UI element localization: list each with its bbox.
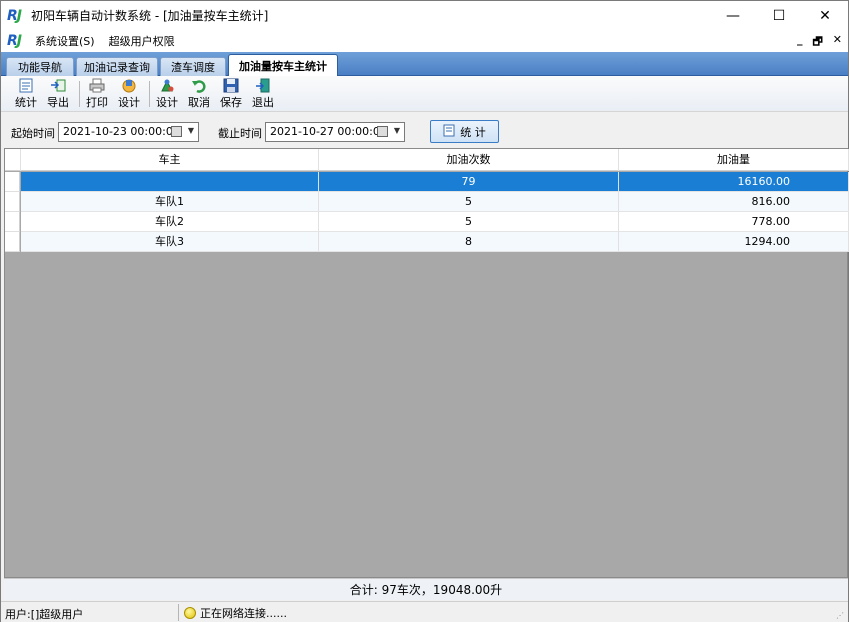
cell-count[interactable]: 5 [319, 212, 619, 232]
cell-amount[interactable]: 1294.00 [619, 232, 849, 252]
save-icon [223, 78, 239, 93]
toolbar: 统计 导出 打印 设计 设计 取消 保存 退出 [1, 76, 848, 112]
menu-superuser-permissions[interactable]: 超级用户权限 [109, 33, 175, 49]
column-header-count[interactable]: 加油次数 [319, 149, 619, 171]
row-selector[interactable] [5, 172, 20, 192]
title-bar[interactable]: RJ 初阳车辆自动计数系统 - [加油量按车主统计] — ☐ ✕ [1, 1, 848, 30]
menu-logo-icon: RJ [7, 33, 22, 49]
tab-strip: 功能导航 加油记录查询 渣车调度 加油量按车主统计 [1, 52, 848, 76]
grid-header: 车主 加油次数 加油量 [5, 149, 849, 171]
export-icon [50, 78, 66, 93]
tab-truck-dispatch[interactable]: 渣车调度 [160, 57, 226, 76]
table-row[interactable]: 车队2 5 778.00 [5, 212, 849, 232]
summary-total: 合计: 97车次，19048.00升 [4, 578, 848, 600]
calendar-icon[interactable] [171, 126, 182, 137]
toolbar-separator [79, 81, 80, 107]
toolbar-separator [149, 81, 150, 107]
report-icon [18, 78, 34, 93]
resize-grip-icon[interactable]: ⋰ [836, 611, 844, 620]
exit-icon [255, 78, 271, 93]
cell-count[interactable]: 5 [319, 192, 619, 212]
tab-navigation[interactable]: 功能导航 [6, 57, 74, 76]
row-selector[interactable] [5, 232, 20, 252]
export-toolbar-button[interactable]: 导出 [44, 78, 72, 110]
column-header-owner[interactable]: 车主 [21, 149, 319, 171]
row-header-corner [5, 149, 21, 171]
cell-count[interactable]: 79 [319, 172, 619, 192]
column-header-amount[interactable]: 加油量 [619, 149, 849, 171]
cell-count[interactable]: 8 [319, 232, 619, 252]
maximize-button[interactable]: ☐ [756, 1, 802, 30]
table-row[interactable]: 车队1 5 816.00 [5, 192, 849, 212]
cancel-toolbar-button[interactable]: 取消 [185, 78, 213, 110]
mdi-restore-button[interactable]: 🗗 [812, 33, 822, 52]
connection-indicator-icon [184, 607, 196, 619]
table-row[interactable]: 车队3 8 1294.00 [5, 232, 849, 252]
minimize-button[interactable]: — [710, 1, 756, 30]
close-button[interactable]: ✕ [802, 1, 848, 30]
row-selector[interactable] [5, 192, 20, 212]
cell-amount[interactable]: 816.00 [619, 192, 849, 212]
cell-owner[interactable]: 车队1 [21, 192, 319, 212]
connection-status: 正在网络连接...... [184, 605, 287, 621]
start-time-label: 起始时间 [11, 127, 55, 140]
menu-bar: RJ 系统设置(S) 超级用户权限 _ 🗗 ✕ [1, 30, 848, 52]
mdi-close-button[interactable]: ✕ [833, 33, 842, 52]
window-title: 初阳车辆自动计数系统 - [加油量按车主统计] [31, 9, 269, 23]
print-toolbar-button[interactable]: 打印 [83, 78, 111, 110]
start-time-picker[interactable]: 2021-10-23 00:00:00 ▼ [58, 122, 199, 142]
report-icon [443, 124, 455, 140]
cell-amount[interactable]: 778.00 [619, 212, 849, 232]
edit-design-toolbar-button[interactable]: 设计 [153, 78, 181, 110]
stat-toolbar-button[interactable]: 统计 [12, 78, 40, 110]
tab-refuel-record-query[interactable]: 加油记录查询 [76, 57, 158, 76]
mdi-minimize-button[interactable]: _ [797, 33, 803, 52]
data-grid[interactable]: 车主 加油次数 加油量 79 16160.00 车队1 5 816.00 车队2… [4, 148, 849, 578]
design-icon [121, 78, 137, 93]
calendar-icon[interactable] [377, 126, 388, 137]
current-user-status: 用户:[]超级用户 [5, 608, 84, 621]
chevron-down-icon[interactable]: ▼ [188, 126, 194, 135]
table-row[interactable]: 79 16160.00 [5, 172, 849, 192]
edit-design-icon [159, 78, 175, 93]
end-time-label: 截止时间 [218, 127, 262, 140]
menu-system-settings[interactable]: 系统设置(S) [35, 33, 95, 49]
cell-owner[interactable]: 车队3 [21, 232, 319, 252]
cell-owner[interactable]: 车队2 [21, 212, 319, 232]
date-filter-bar: 起始时间 2021-10-23 00:00:00 ▼ 截止时间 2021-10-… [1, 112, 848, 148]
chevron-down-icon[interactable]: ▼ [394, 126, 400, 135]
status-bar: 用户:[]超级用户 正在网络连接...... ⋰ [1, 601, 848, 622]
app-logo-icon: RJ [7, 7, 22, 24]
undo-icon [191, 78, 207, 93]
app-window: RJ 初阳车辆自动计数系统 - [加油量按车主统计] — ☐ ✕ RJ 系统设置… [0, 0, 849, 622]
status-divider [178, 604, 179, 621]
row-selector[interactable] [5, 212, 20, 232]
exit-toolbar-button[interactable]: 退出 [249, 78, 277, 110]
tab-refuel-by-owner[interactable]: 加油量按车主统计 [228, 54, 338, 76]
cell-owner[interactable] [21, 172, 319, 192]
design-toolbar-button[interactable]: 设计 [115, 78, 143, 110]
save-toolbar-button[interactable]: 保存 [217, 78, 245, 110]
cell-amount[interactable]: 16160.00 [619, 172, 849, 192]
stat-button[interactable]: 统 计 [430, 120, 499, 143]
print-icon [89, 78, 105, 93]
end-time-picker[interactable]: 2021-10-27 00:00:00 ▼ [265, 122, 405, 142]
